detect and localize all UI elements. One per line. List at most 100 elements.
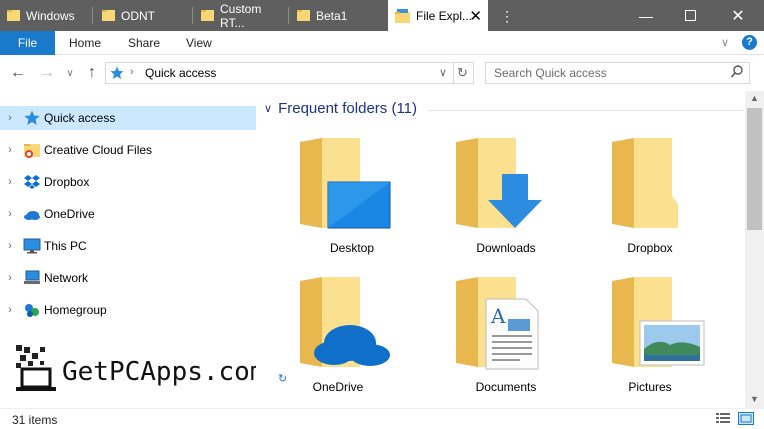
tab-odnt[interactable]: ODNT xyxy=(93,0,193,31)
ribbon: File Home Share View ∨ ? xyxy=(0,31,764,55)
group-header[interactable]: ∨ Frequent folders (11) xyxy=(264,100,417,117)
folder-label: OneDrive xyxy=(312,380,364,394)
svg-text:A: A xyxy=(490,304,506,328)
tab-label: ODNT xyxy=(121,8,155,23)
tab-label: Windows xyxy=(26,8,75,23)
star-icon xyxy=(110,66,124,80)
close-tab-icon[interactable]: ✕ xyxy=(469,7,482,25)
folder-label: Downloads xyxy=(476,241,536,255)
dropbox-icon xyxy=(23,173,41,191)
computer-icon xyxy=(23,237,41,255)
tab-label: File Expl... xyxy=(416,8,473,23)
folder-tile-desktop[interactable]: Desktop xyxy=(292,136,412,271)
nav-item-onedrive[interactable]: › OneDrive xyxy=(0,202,256,226)
breadcrumb-separator-icon: › xyxy=(130,66,134,78)
nav-item-quick-access[interactable]: › Quick access xyxy=(0,106,256,130)
expand-ribbon-icon[interactable]: ∨ xyxy=(721,36,729,49)
folder-tile-dropbox[interactable]: Dropbox xyxy=(590,136,710,271)
ribbon-tab-share[interactable]: Share xyxy=(128,31,160,55)
nav-item-creative-cloud-files[interactable]: › Creative Cloud Files xyxy=(0,138,256,162)
expand-chevron-icon[interactable]: › xyxy=(0,112,20,124)
tab-bar: Windows ODNT Custom RT... Beta1 File Exp… xyxy=(0,0,764,31)
group-divider xyxy=(427,110,743,111)
expand-chevron-icon[interactable]: › xyxy=(0,240,20,252)
expand-chevron-icon[interactable]: › xyxy=(0,304,20,316)
expand-chevron-icon[interactable]: › xyxy=(0,144,20,156)
nav-label: Dropbox xyxy=(44,175,90,189)
tab-label: Custom RT... xyxy=(220,1,262,30)
forward-button[interactable]: → xyxy=(37,63,57,83)
nav-label: OneDrive xyxy=(44,207,95,221)
tab-menu-icon[interactable]: ⋮ xyxy=(500,6,514,26)
desktop-folder-icon xyxy=(300,138,391,229)
watermark-text: GetPCApps.com xyxy=(62,357,266,387)
tab-file-explorer[interactable]: File Expl... ✕ xyxy=(388,0,488,31)
scroll-up-icon[interactable]: ▲ xyxy=(750,93,759,103)
folder-icon xyxy=(297,10,310,21)
collapse-group-icon[interactable]: ∨ xyxy=(264,102,272,115)
downloads-folder-icon xyxy=(456,138,542,228)
help-icon[interactable]: ? xyxy=(742,35,757,50)
nav-item-dropbox[interactable]: › Dropbox xyxy=(0,170,256,194)
nav-label: Quick access xyxy=(44,111,116,125)
tab-windows[interactable]: Windows xyxy=(0,0,93,31)
expand-chevron-icon[interactable]: › xyxy=(0,272,20,284)
tab-label: Beta1 xyxy=(316,8,348,23)
recent-locations-button[interactable]: ∨ xyxy=(63,63,77,83)
nav-item-network[interactable]: › Network xyxy=(0,266,256,290)
folder-icon xyxy=(102,10,115,21)
close-window-button[interactable]: ✕ xyxy=(716,0,760,31)
onedrive-icon xyxy=(23,205,41,223)
folder-tile-downloads[interactable]: Downloads xyxy=(446,136,566,271)
ribbon-tab-view[interactable]: View xyxy=(186,31,212,55)
creative-cloud-icon xyxy=(23,141,41,159)
search-icon[interactable] xyxy=(730,64,744,80)
nav-label: This PC xyxy=(44,239,87,253)
documents-folder-icon: A xyxy=(456,277,539,370)
onedrive-folder-icon xyxy=(300,277,390,367)
folder-label: Documents xyxy=(475,380,537,394)
maximize-button[interactable] xyxy=(668,0,712,31)
expand-chevron-icon[interactable]: › xyxy=(0,176,20,188)
vertical-scrollbar[interactable]: ▲ ▼ xyxy=(745,91,764,408)
file-explorer-icon xyxy=(395,8,410,23)
folder-tile-pictures[interactable]: Pictures xyxy=(590,275,710,410)
folder-tile-onedrive[interactable]: OneDrive ↻ xyxy=(278,275,398,410)
dropbox-folder-icon xyxy=(612,138,678,228)
item-count: 31 items xyxy=(12,413,58,427)
large-icons-view-icon[interactable] xyxy=(738,412,754,425)
ribbon-tab-home[interactable]: Home xyxy=(69,31,101,55)
details-view-icon[interactable] xyxy=(716,412,730,425)
refresh-icon[interactable]: ↻ xyxy=(457,65,468,81)
search-placeholder: Search Quick access xyxy=(494,66,607,80)
nav-item-this-pc[interactable]: › This PC xyxy=(0,234,256,258)
tab-beta1[interactable]: Beta1 xyxy=(289,0,388,31)
status-bar: 31 items xyxy=(0,408,764,429)
folder-label: Dropbox xyxy=(627,241,673,255)
address-bar[interactable]: › Quick access ∨ ↻ xyxy=(105,62,474,84)
expand-chevron-icon[interactable]: › xyxy=(0,208,20,220)
folder-tile-documents[interactable]: A Documents xyxy=(446,275,566,410)
up-button[interactable]: ↑ xyxy=(82,63,102,83)
folder-icon xyxy=(7,10,20,21)
back-button[interactable]: ← xyxy=(8,63,28,83)
nav-label: Creative Cloud Files xyxy=(44,143,153,157)
star-icon xyxy=(23,109,41,127)
network-icon xyxy=(23,269,41,287)
breadcrumb-quick-access[interactable]: Quick access xyxy=(145,66,216,80)
minimize-button[interactable]: — xyxy=(624,0,668,31)
folder-icon xyxy=(201,10,214,21)
scroll-thumb[interactable] xyxy=(747,108,762,230)
sync-status-icon: ↻ xyxy=(278,373,288,385)
nav-label: Network xyxy=(44,271,89,285)
folder-label: Desktop xyxy=(329,241,375,255)
watermark-logo: GetPCApps.com xyxy=(12,343,272,398)
ribbon-tab-file[interactable]: File xyxy=(0,31,55,55)
homegroup-icon xyxy=(23,301,41,319)
search-box[interactable]: Search Quick access xyxy=(485,62,750,84)
nav-label: Homegroup xyxy=(44,303,107,317)
address-dropdown-icon[interactable]: ∨ xyxy=(439,66,447,79)
tab-custom-rt[interactable]: Custom RT... xyxy=(193,0,289,31)
scroll-down-icon[interactable]: ▼ xyxy=(750,394,759,404)
nav-item-homegroup[interactable]: › Homegroup xyxy=(0,298,256,322)
